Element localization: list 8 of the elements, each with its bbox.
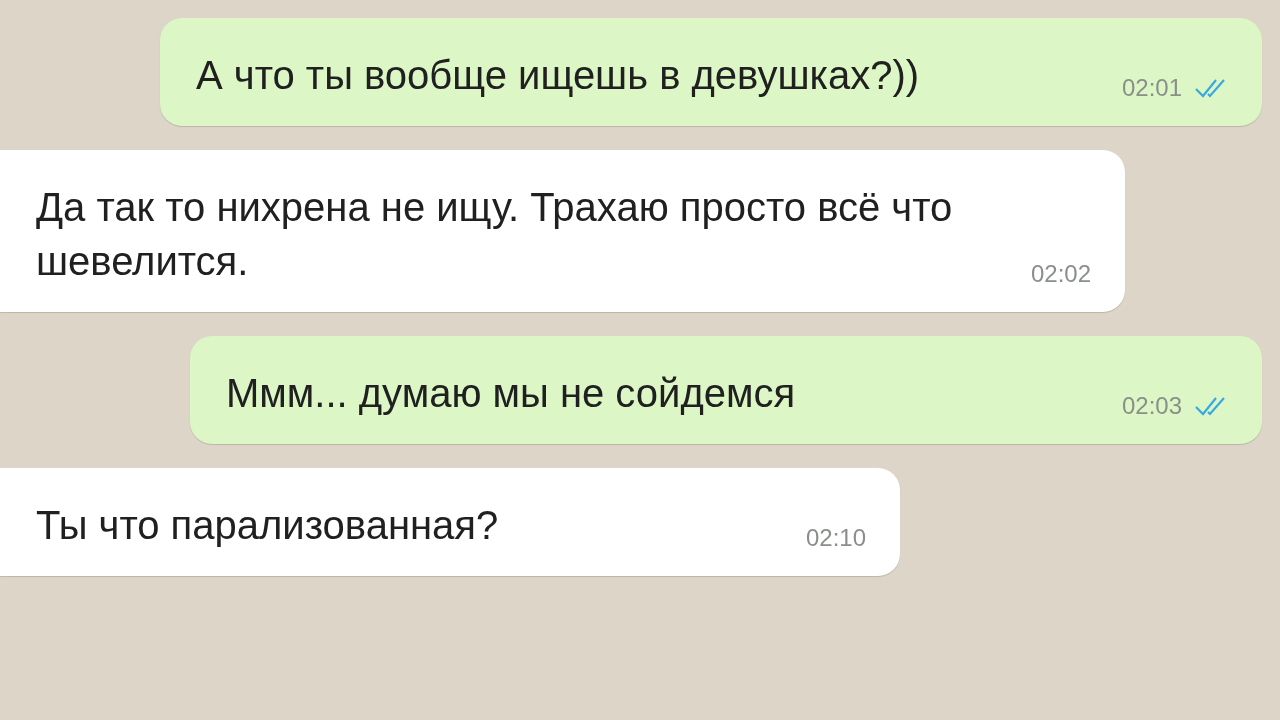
message-text: А что ты вообще ищешь в девушках?))	[196, 52, 920, 99]
message-text: Да так то нихрена не ищу. Трахаю просто всё что шевелится.	[36, 184, 954, 285]
message-text: Ммм... думаю мы не сойдемся	[226, 370, 796, 417]
message-time: 02:02	[1030, 260, 1091, 288]
message-time: 02:01	[1121, 74, 1182, 102]
message-time: 02:10	[805, 524, 866, 552]
message-time: 02:03	[1121, 392, 1182, 420]
message-text: Ты что парализованная?	[36, 502, 499, 549]
